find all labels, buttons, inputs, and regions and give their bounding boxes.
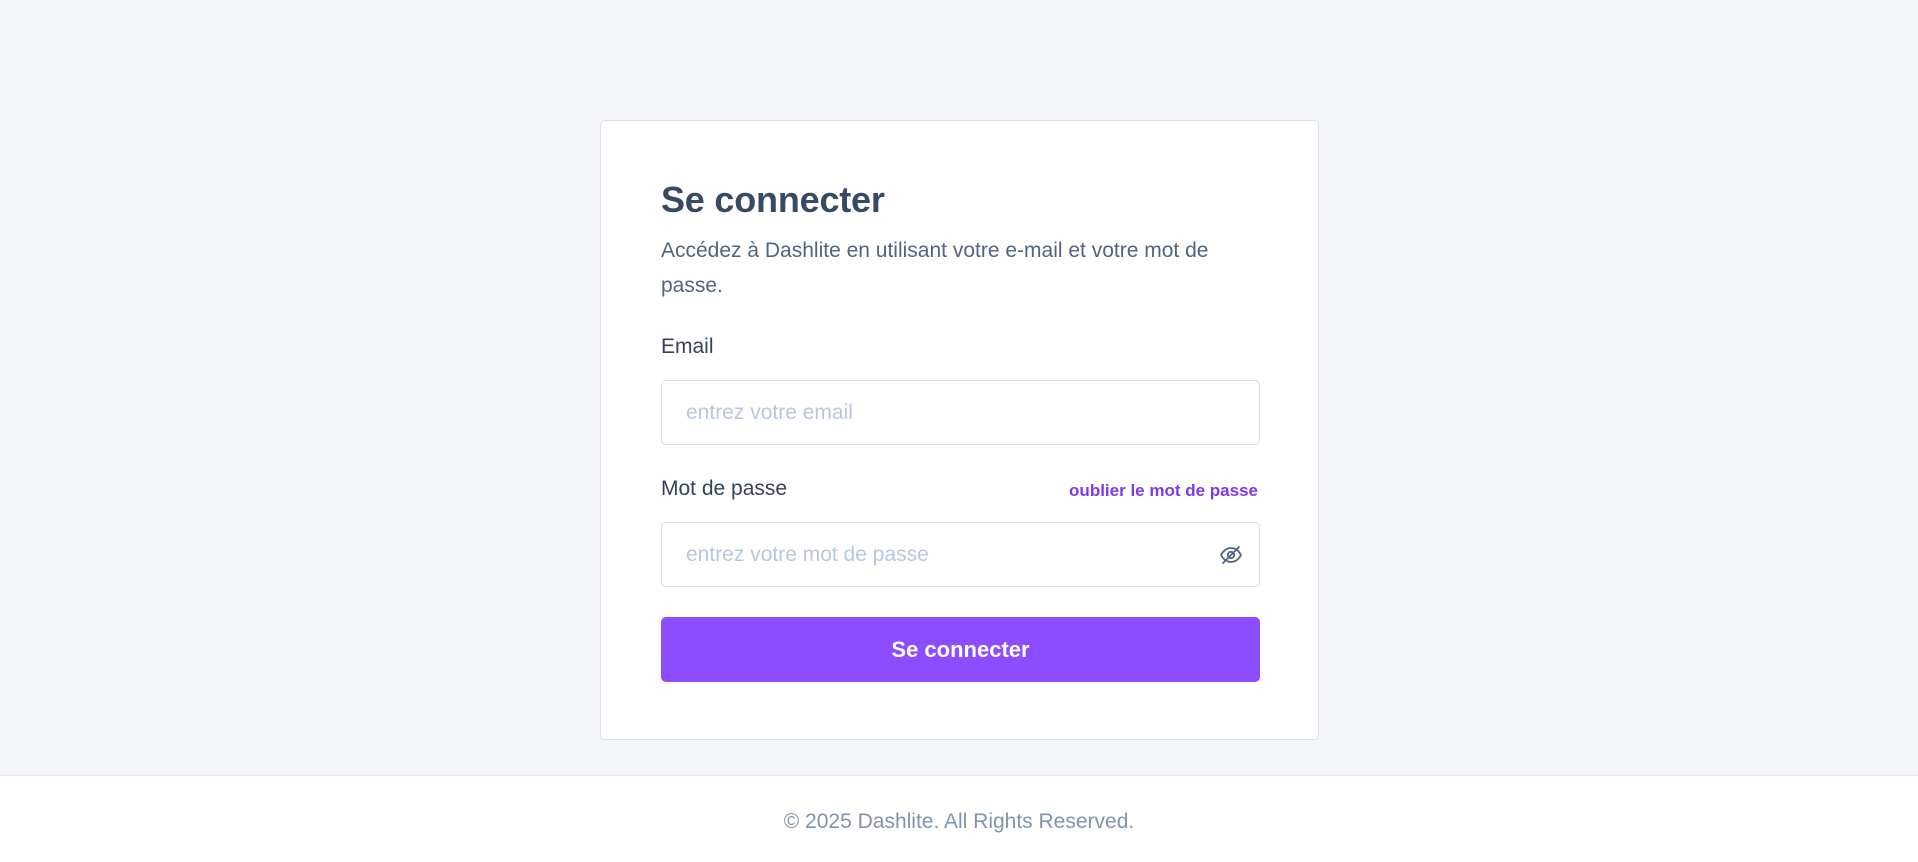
- eye-off-icon[interactable]: [1217, 541, 1245, 569]
- page-main: Se connecter Accédez à Dashlite en utili…: [0, 0, 1918, 775]
- password-label: Mot de passe: [661, 477, 788, 500]
- login-subtitle: Accédez à Dashlite en utilisant votre e-…: [661, 239, 1209, 297]
- footer: © 2025 Dashlite. All Rights Reserved.: [0, 775, 1918, 862]
- login-button[interactable]: Se connecter: [661, 617, 1260, 682]
- email-input[interactable]: [662, 381, 1259, 444]
- email-field-wrapper: [661, 380, 1260, 445]
- copyright-text: © 2025 Dashlite. All Rights Reserved.: [783, 810, 1135, 833]
- forgot-password-link[interactable]: oublier le mot de passe: [1069, 481, 1258, 501]
- password-field-wrapper: [661, 522, 1260, 587]
- login-card: Se connecter Accédez à Dashlite en utili…: [600, 120, 1319, 740]
- email-label: Email: [661, 335, 714, 358]
- page-title: Se connecter: [661, 179, 885, 220]
- password-input[interactable]: [662, 523, 1259, 586]
